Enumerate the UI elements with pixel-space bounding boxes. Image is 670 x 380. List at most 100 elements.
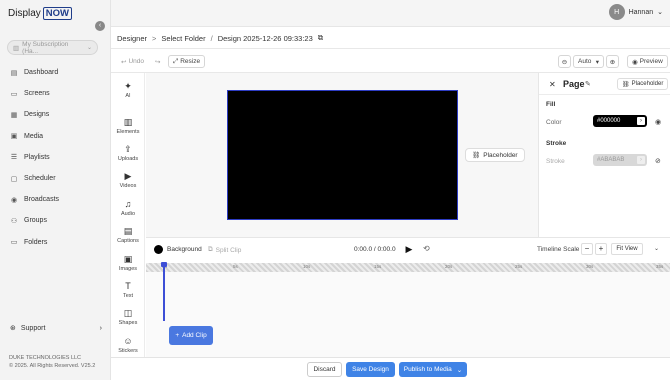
- eye-icon[interactable]: ◉: [655, 118, 661, 126]
- time-display: 0:00.0 / 0:00.0: [354, 246, 396, 253]
- tool-images[interactable]: ▣ Images: [111, 254, 145, 272]
- chevron-down-icon[interactable]: ⌄: [654, 245, 659, 252]
- panel-title: Page: [563, 79, 585, 89]
- footer-copyright: © 2025. All Rights Reserved. V25.2: [9, 363, 96, 369]
- fill-color-picker[interactable]: #000000 ›: [593, 115, 647, 127]
- pencil-icon[interactable]: ✎: [585, 80, 591, 88]
- stroke-color-picker[interactable]: #ABABAB ›: [593, 154, 647, 166]
- chevron-left-icon: ‹: [98, 22, 102, 29]
- sidebar-item-folders[interactable]: ▭ Folders: [0, 232, 110, 253]
- sidebar-item-groups[interactable]: ⚇ Groups: [0, 210, 110, 231]
- sidebar-item-media[interactable]: ▣ Media: [0, 126, 110, 147]
- sidebar-item-dashboard[interactable]: ▤ Dashboard: [0, 62, 110, 83]
- link-icon: ⛓: [472, 152, 481, 159]
- split-icon: ⧉: [208, 246, 213, 253]
- user-name: Hannan: [628, 8, 654, 16]
- tool-stickers[interactable]: ☺ Stickers: [111, 336, 145, 354]
- scale-decrease-button[interactable]: −: [581, 243, 593, 255]
- link-icon: ⛓: [622, 81, 630, 88]
- background-button[interactable]: Background: [154, 245, 202, 254]
- resize-icon: ⤢: [173, 57, 179, 65]
- users-icon: ⚇: [10, 217, 18, 225]
- fit-view-button[interactable]: Fit View: [611, 243, 643, 255]
- sidebar-item-screens[interactable]: ▭ Screens: [0, 83, 110, 104]
- close-icon[interactable]: ✕: [549, 80, 556, 89]
- sidebar-item-playlists[interactable]: ☰ Playlists: [0, 147, 110, 168]
- play-icon: ▶: [405, 244, 413, 254]
- preview-label: Preview: [639, 58, 663, 65]
- zoom-select[interactable]: Auto ▾: [573, 55, 604, 68]
- sidebar-item-label: Groups: [24, 217, 47, 225]
- ruler-tick: 35s: [656, 264, 664, 269]
- breadcrumb-select-folder[interactable]: Select Folder: [161, 34, 205, 43]
- collapse-sidebar-button[interactable]: ‹: [95, 21, 105, 31]
- loop-button[interactable]: ⟲: [423, 244, 430, 253]
- placeholder-label: Placeholder: [631, 81, 664, 87]
- tool-elements[interactable]: ▥ Elements: [111, 117, 145, 135]
- subscription-select[interactable]: ▥ My Subscription (Ha... ⌄: [7, 40, 98, 55]
- app-logo[interactable]: Display NOW: [8, 7, 73, 20]
- action-bar: Discard Save Design Publish to Media ⌄: [111, 357, 670, 380]
- play-button[interactable]: ▶: [404, 244, 414, 254]
- upload-icon: ⇪: [124, 144, 132, 154]
- sidebar-item-designs[interactable]: ▦ Designs: [0, 104, 110, 125]
- footer: DUKE TECHNOLOGIES LLC © 2025. All Rights…: [9, 354, 95, 370]
- eye-off-icon[interactable]: ⊘: [655, 157, 661, 165]
- user-menu[interactable]: H Hannan ⌄: [608, 4, 663, 20]
- panel-placeholder-button[interactable]: ⛓ Placeholder: [617, 78, 669, 90]
- tool-label: Videos: [119, 183, 137, 189]
- sidebar-item-label: Designs: [24, 111, 50, 119]
- tool-audio[interactable]: ♫ Audio: [111, 199, 145, 217]
- breadcrumb: Designer > Select Folder / Design 2025-1…: [117, 33, 323, 43]
- tool-text[interactable]: T Text: [111, 281, 145, 299]
- elements-icon: ▥: [123, 117, 133, 127]
- playhead[interactable]: [163, 262, 165, 321]
- sidebar-item-support[interactable]: ⊛ Support ›: [10, 324, 102, 333]
- sidebar: Display NOW ‹ ▥ My Subscription (Ha... ⌄…: [0, 0, 111, 380]
- broadcast-icon: ◉: [10, 196, 18, 204]
- sidebar-item-broadcasts[interactable]: ◉ Broadcasts: [0, 189, 110, 210]
- breadcrumb-designer[interactable]: Designer: [117, 34, 147, 43]
- building-icon: ▥: [13, 44, 20, 52]
- tool-captions[interactable]: ▤ Captions: [111, 226, 145, 244]
- chevron-right-icon: ›: [637, 117, 645, 125]
- footer-company: DUKE TECHNOLOGIES LLC: [9, 355, 82, 361]
- tool-label: Text: [122, 293, 134, 299]
- publish-button[interactable]: Publish to Media ⌄: [399, 362, 467, 377]
- add-clip-button[interactable]: + Add Clip: [169, 326, 213, 345]
- resize-button[interactable]: ⤢ Resize: [168, 55, 206, 68]
- timeline-track[interactable]: [146, 272, 670, 357]
- properties-panel: ✕ Page ✎ ⛓ Placeholder Fill Color #00000…: [538, 73, 670, 237]
- timeline-ruler[interactable]: 0s 5s 10s 15s 20s 25s 30s 35s: [146, 263, 670, 272]
- breadcrumb-separator: /: [210, 33, 213, 43]
- tool-videos[interactable]: ▶ Videos: [111, 171, 145, 189]
- help-icon: ⊛: [10, 325, 16, 332]
- chevron-down-icon: ⌄: [456, 366, 463, 374]
- tool-uploads[interactable]: ⇪ Uploads: [111, 144, 145, 162]
- ruler-tick: 15s: [374, 264, 382, 269]
- discard-button[interactable]: Discard: [307, 362, 342, 377]
- copy-icon[interactable]: ⧉: [318, 33, 323, 43]
- preview-button[interactable]: ◉ Preview: [627, 55, 668, 68]
- tool-label: Images: [118, 266, 138, 272]
- plus-icon: +: [175, 332, 180, 339]
- zoom-out-button[interactable]: ⊖: [558, 55, 571, 68]
- calendar-icon: ▢: [10, 175, 18, 183]
- redo-button[interactable]: ↪: [151, 55, 164, 68]
- tool-label: AI: [125, 93, 131, 99]
- sidebar-item-scheduler[interactable]: ▢ Scheduler: [0, 168, 110, 189]
- undo-button[interactable]: ↩ Undo: [117, 55, 148, 68]
- chevron-right-icon: ›: [99, 324, 102, 332]
- split-clip-button[interactable]: ⧉ Split Clip: [208, 246, 241, 254]
- sidebar-item-label: Media: [24, 132, 44, 140]
- design-canvas[interactable]: [227, 90, 458, 220]
- tool-ai[interactable]: ✦ AI: [111, 81, 145, 99]
- tool-label: Shapes: [118, 320, 138, 326]
- zoom-in-button[interactable]: ⊕: [606, 55, 619, 68]
- canvas-placeholder-button[interactable]: ⛓ Placeholder: [465, 148, 525, 162]
- stroke-color-value: #ABABAB: [597, 157, 625, 163]
- tool-shapes[interactable]: ◫ Shapes: [111, 308, 145, 326]
- scale-increase-button[interactable]: +: [595, 243, 607, 255]
- save-design-button[interactable]: Save Design: [346, 362, 395, 377]
- monitor-icon: ▭: [10, 90, 18, 98]
